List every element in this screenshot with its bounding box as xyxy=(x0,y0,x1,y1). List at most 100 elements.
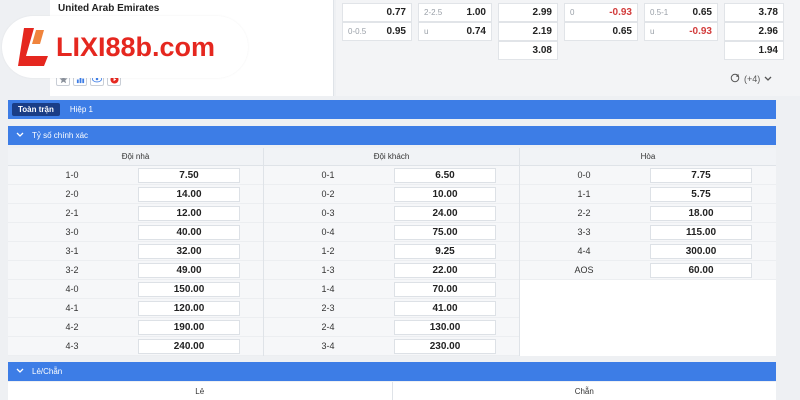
odds-cell[interactable]: 1.94 xyxy=(724,41,784,60)
table-row: 3-4 230.00 xyxy=(264,337,519,356)
odds-value[interactable]: 49.00 xyxy=(138,262,240,278)
table-row: 2-0 14.00 xyxy=(8,185,263,204)
tab-full-match[interactable]: Toàn trận xyxy=(12,103,60,116)
table-row: 3-0 40.00 xyxy=(8,223,263,242)
score-label: 0-3 xyxy=(321,208,335,218)
score-label: 3-3 xyxy=(577,227,591,237)
odds-cell[interactable]: 2-2.5 1.00 xyxy=(418,3,492,22)
odds-value[interactable]: 230.00 xyxy=(394,338,496,354)
score-label: 3-2 xyxy=(65,265,79,275)
more-markets-count: (+4) xyxy=(744,74,761,84)
score-label: 2-2 xyxy=(577,208,591,218)
score-label: 0-1 xyxy=(321,170,335,180)
odds-value[interactable]: 32.00 xyxy=(138,243,240,259)
odds-value[interactable]: 41.00 xyxy=(394,300,496,316)
score-label: 4-0 xyxy=(65,284,79,294)
section-correct-score[interactable]: Tỷ số chính xác xyxy=(8,126,776,145)
table-row: 0-0 7.75 xyxy=(520,166,776,185)
score-label: AOS xyxy=(574,265,594,275)
score-label: 4-1 xyxy=(65,303,79,313)
table-row: AOS 60.00 xyxy=(520,261,776,280)
odds-cell[interactable]: u 0.74 xyxy=(418,22,492,41)
section-title: Tỷ số chính xác xyxy=(32,131,89,140)
score-label: 2-1 xyxy=(65,208,79,218)
score-label: 2-3 xyxy=(321,303,335,313)
more-markets[interactable]: (+4) xyxy=(730,73,772,85)
odds-value[interactable]: 7.75 xyxy=(650,167,752,183)
table-row: 0-2 10.00 xyxy=(264,185,519,204)
odds-value[interactable]: 240.00 xyxy=(138,338,240,354)
odds-value[interactable]: 60.00 xyxy=(650,262,752,278)
section-title: Lẻ/Chẵn xyxy=(32,367,63,376)
table-row: 0-4 75.00 xyxy=(264,223,519,242)
section-odd-even[interactable]: Lẻ/Chẵn xyxy=(8,362,776,381)
odds-cell[interactable]: 3.78 xyxy=(724,3,784,22)
odds-value[interactable]: 130.00 xyxy=(394,319,496,335)
column-header: Đội nhà xyxy=(8,148,263,166)
score-label: 4-4 xyxy=(577,246,591,256)
odds-value[interactable]: 18.00 xyxy=(650,205,752,221)
refresh-icon xyxy=(730,73,740,85)
score-label: 2-0 xyxy=(65,189,79,199)
score-label: 0-2 xyxy=(321,189,335,199)
score-label: 2-4 xyxy=(321,322,335,332)
team-name: United Arab Emirates xyxy=(58,3,160,14)
odds-value[interactable]: 190.00 xyxy=(138,319,240,335)
table-row: 3-1 32.00 xyxy=(8,242,263,261)
table-row: 4-4 300.00 xyxy=(520,242,776,261)
score-label: 3-1 xyxy=(65,246,79,256)
odds-cell[interactable]: 0 -0.93 xyxy=(564,3,638,22)
odds-value[interactable]: 75.00 xyxy=(394,224,496,240)
score-label: 4-2 xyxy=(65,322,79,332)
odds-value[interactable]: 120.00 xyxy=(138,300,240,316)
odds-cell[interactable]: u -0.93 xyxy=(644,22,718,41)
odds-value[interactable]: 115.00 xyxy=(650,224,752,240)
table-row: 4-3 240.00 xyxy=(8,337,263,356)
odds-cell[interactable]: 3.08 xyxy=(498,41,558,60)
table-row: 4-0 150.00 xyxy=(8,280,263,299)
odds-value[interactable]: 7.50 xyxy=(138,167,240,183)
column-header-odd: Lẻ xyxy=(8,382,393,400)
brand-logo: LIXI88b.com xyxy=(2,16,248,78)
odds-cell[interactable]: 2.19 xyxy=(498,22,558,41)
odds-value[interactable]: 22.00 xyxy=(394,262,496,278)
odds-cell[interactable]: 2.96 xyxy=(724,22,784,41)
odds-cell[interactable]: 0.65 xyxy=(564,22,638,41)
odds-value[interactable]: 300.00 xyxy=(650,243,752,259)
table-row: 1-2 9.25 xyxy=(264,242,519,261)
column-draw: Hòa 0-0 7.75 1-1 5.75 2-2 18.00 3-3 115.00 4-4 30… xyxy=(520,148,776,356)
tab-first-half[interactable]: Hiệp 1 xyxy=(64,103,99,116)
score-label: 1-0 xyxy=(65,170,79,180)
odds-value[interactable]: 14.00 xyxy=(138,186,240,202)
odds-value[interactable]: 6.50 xyxy=(394,167,496,183)
odds-value[interactable]: 10.00 xyxy=(394,186,496,202)
logo-text: LIXI88b.com xyxy=(56,31,216,62)
odds-value[interactable]: 150.00 xyxy=(138,281,240,297)
period-tabs: Toàn trận Hiệp 1 xyxy=(8,100,776,119)
table-row: 3-3 115.00 xyxy=(520,223,776,242)
odds-value[interactable]: 5.75 xyxy=(650,186,752,202)
odds-value[interactable]: 40.00 xyxy=(138,224,240,240)
score-label: 3-4 xyxy=(321,341,335,351)
odds-value[interactable]: 12.00 xyxy=(138,205,240,221)
table-row: 4-1 120.00 xyxy=(8,299,263,318)
odds-cell[interactable]: 0-0.5 0.95 xyxy=(342,22,412,41)
odds-cell[interactable]: 2.99 xyxy=(498,3,558,22)
chevron-down-icon xyxy=(16,131,24,140)
table-row: 2-1 12.00 xyxy=(8,204,263,223)
column-header: Hòa xyxy=(520,148,776,166)
odds-value[interactable]: 9.25 xyxy=(394,243,496,259)
odds-value[interactable]: 24.00 xyxy=(394,205,496,221)
odds-value[interactable]: 70.00 xyxy=(394,281,496,297)
correct-score-grid: Đội nhà 1-0 7.50 2-0 14.00 2-1 12.00 3-0 40.00 3… xyxy=(8,148,776,356)
table-row: 2-4 130.00 xyxy=(264,318,519,337)
column-header: Đội khách xyxy=(264,148,519,166)
table-row: 4-2 190.00 xyxy=(8,318,263,337)
table-row: 2-2 18.00 xyxy=(520,204,776,223)
score-label: 0-4 xyxy=(321,227,335,237)
odds-cell[interactable]: 0.5-1 0.65 xyxy=(644,3,718,22)
table-row: 1-0 7.50 xyxy=(8,166,263,185)
column-away: Đội khách 0-1 6.50 0-2 10.00 0-3 24.00 0-4 75.0… xyxy=(264,148,520,356)
odds-cell[interactable]: 0.77 xyxy=(342,3,412,22)
table-row: 0-3 24.00 xyxy=(264,204,519,223)
